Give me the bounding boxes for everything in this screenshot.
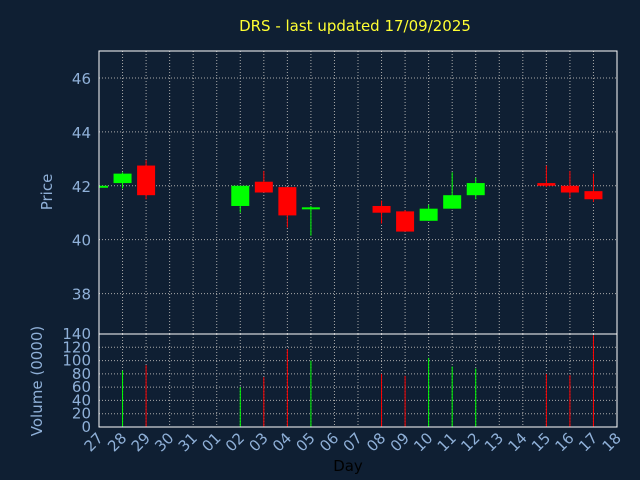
price-tick-label: 44 bbox=[72, 124, 91, 142]
candle-body bbox=[443, 195, 462, 209]
price-tick-label: 40 bbox=[72, 232, 91, 250]
price-axis-label: Price bbox=[38, 174, 56, 211]
chart-title: DRS - last updated 17/09/2025 bbox=[239, 17, 471, 35]
x-axis-label: Day bbox=[333, 457, 363, 475]
candle-body bbox=[254, 181, 273, 193]
candle-body bbox=[560, 185, 579, 193]
x-ticks: 2728293031010203040506070809101112131415… bbox=[81, 429, 625, 455]
candle-body bbox=[584, 191, 603, 200]
candle-body bbox=[137, 165, 156, 196]
price-tick-label: 42 bbox=[72, 178, 91, 196]
candle-body bbox=[231, 185, 250, 206]
candle-body bbox=[372, 205, 391, 213]
price-tick-label: 38 bbox=[72, 286, 91, 304]
candle-body bbox=[419, 208, 438, 221]
candle-body bbox=[396, 211, 415, 232]
stock-chart: DRS - last updated 17/09/2025 38 40 42 44 46… bbox=[0, 0, 640, 480]
candle-body bbox=[537, 183, 556, 186]
price-panel: 38 40 42 44 46 bbox=[72, 50, 618, 335]
candle-body bbox=[99, 185, 108, 188]
volume-axis-label: Volume (0000) bbox=[28, 326, 46, 436]
candle-body bbox=[301, 207, 320, 210]
price-tick-label: 46 bbox=[72, 70, 91, 88]
volume-tick-label: 140 bbox=[62, 325, 91, 343]
candle-body bbox=[113, 173, 132, 184]
candle-body bbox=[466, 183, 485, 196]
candle-body bbox=[278, 187, 297, 216]
